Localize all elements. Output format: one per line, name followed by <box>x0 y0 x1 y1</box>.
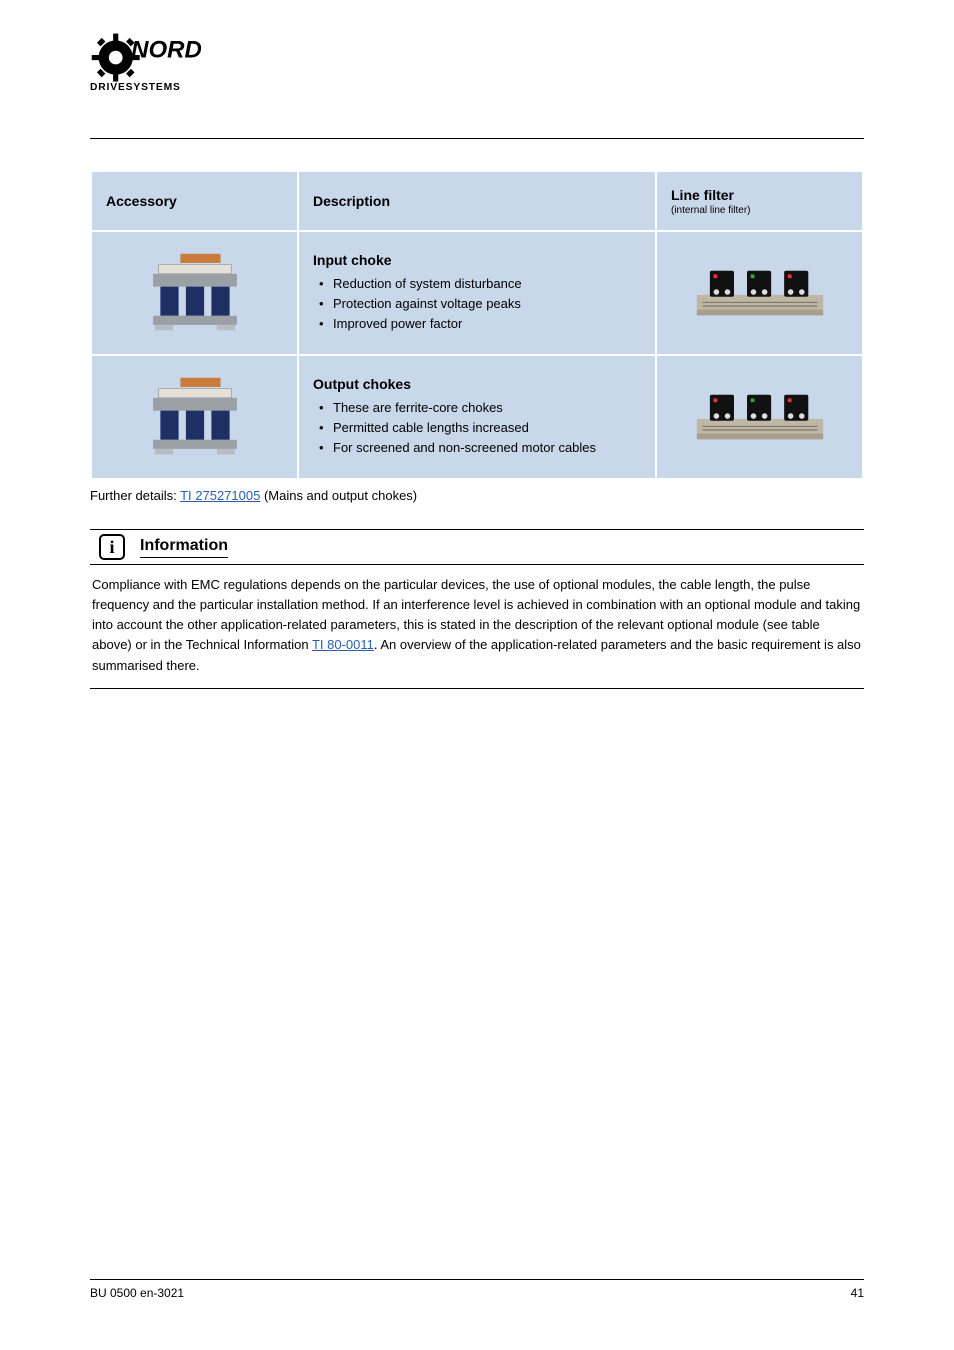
col-header-line-filter-sub: (internal line filter) <box>671 205 848 216</box>
page-footer: BU 0500 en-3021 41 <box>90 1279 864 1300</box>
table-row: Input choke Reduction of system disturba… <box>92 232 862 354</box>
row-title: Output chokes <box>313 376 641 392</box>
nord-gear-logo-icon: NORD DRIVESYSTEMS <box>90 28 210 94</box>
header-divider <box>90 138 864 139</box>
table-row: Output chokes These are ferrite-core cho… <box>92 356 862 478</box>
feature-list: Reduction of system disturbance Protecti… <box>313 274 641 334</box>
page: NORD DRIVESYSTEMS Accessory Description … <box>0 0 954 1350</box>
info-heading: Information <box>134 537 228 558</box>
cell-input-choke-filter-image <box>657 232 862 354</box>
list-item: Permitted cable lengths increased <box>319 418 641 438</box>
info-heading-text: Information <box>140 537 228 558</box>
info-block: i Information Compliance with EMC regula… <box>90 529 864 689</box>
list-item: For screened and non-screened motor cabl… <box>319 438 641 458</box>
col-header-description: Description <box>299 172 655 230</box>
line-filter-icon <box>695 387 825 447</box>
list-item: Improved power factor <box>319 314 641 334</box>
row-title: Input choke <box>313 252 641 268</box>
cell-input-choke-image <box>92 232 297 354</box>
cell-output-choke-image <box>92 356 297 478</box>
col-header-accessory: Accessory <box>92 172 297 230</box>
info-body: Compliance with EMC regulations depends … <box>90 565 864 689</box>
cell-output-choke-desc: Output chokes These are ferrite-core cho… <box>299 356 655 478</box>
details-link[interactable]: TI 275271005 <box>180 488 260 503</box>
transformer-icon <box>140 252 250 334</box>
cell-input-choke-desc: Input choke Reduction of system disturba… <box>299 232 655 354</box>
feature-list: These are ferrite-core chokes Permitted … <box>313 398 641 458</box>
cell-output-choke-filter-image <box>657 356 862 478</box>
list-item: Protection against voltage peaks <box>319 294 641 314</box>
details-suffix: (Mains and output chokes) <box>260 488 417 503</box>
brand-logo: NORD DRIVESYSTEMS <box>90 28 210 94</box>
info-body-link[interactable]: TI 80-0011 <box>312 637 374 652</box>
info-heading-row: i Information <box>90 529 864 565</box>
footer-left: BU 0500 en-3021 <box>90 1286 184 1300</box>
transformer-icon <box>140 376 250 458</box>
col-header-line-filter: Line filter (internal line filter) <box>657 172 862 230</box>
details-prefix: Further details: <box>90 488 180 503</box>
logo-word-top: NORD <box>131 37 202 64</box>
list-item: These are ferrite-core chokes <box>319 398 641 418</box>
info-icon: i <box>90 534 134 560</box>
details-line: Further details: TI 275271005 (Mains and… <box>90 488 864 503</box>
logo-word-bottom: DRIVESYSTEMS <box>90 82 181 93</box>
list-item: Reduction of system disturbance <box>319 274 641 294</box>
table-header-row: Accessory Description Line filter (inter… <box>92 172 862 230</box>
main-content: Accessory Description Line filter (inter… <box>90 170 864 689</box>
accessories-table: Accessory Description Line filter (inter… <box>90 170 864 480</box>
col-header-line-filter-main: Line filter <box>671 187 734 203</box>
footer-right: 41 <box>851 1286 864 1300</box>
line-filter-icon <box>695 263 825 323</box>
